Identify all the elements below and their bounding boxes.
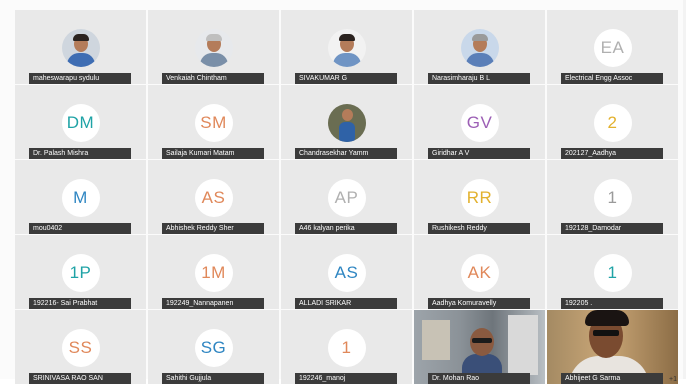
- participant-name-label: Aadhya Komuravelly: [428, 298, 530, 309]
- participant-name-label: Venkaiah Chintham: [162, 73, 264, 84]
- participant-tile[interactable]: 1 192128_Damodar: [547, 160, 678, 234]
- participant-name-label: SIVAKUMAR G: [295, 73, 397, 84]
- participant-name-label: Dr. Palash Mishra: [29, 148, 131, 159]
- participant-avatar: AS: [194, 179, 233, 217]
- participant-name-label: 192205 .: [561, 298, 663, 309]
- participant-avatar: DM: [61, 104, 100, 142]
- participant-name-label: A46 kalyan perika: [295, 223, 397, 234]
- participant-avatar: EA: [593, 29, 632, 67]
- more-participants-count[interactable]: +1: [669, 376, 677, 383]
- participant-avatar: GV: [460, 104, 499, 142]
- participant-tile[interactable]: Mmou0402: [15, 160, 146, 234]
- participant-tile[interactable]: AP A46 kalyan perika: [281, 160, 412, 234]
- participant-avatar: M: [61, 179, 100, 217]
- participant-name-label: Chandrasekhar Yamm: [295, 148, 397, 159]
- participant-avatar: SS: [61, 329, 100, 367]
- participant-tile[interactable]: 1 192205 .: [547, 235, 678, 309]
- participant-name-label: ALLADI SRIKAR: [295, 298, 397, 309]
- participant-photo: [194, 29, 233, 67]
- participant-name-label: 202127_Aadhya: [561, 148, 663, 159]
- participant-avatar: 1: [593, 254, 632, 292]
- participant-tile[interactable]: 1M 192249_Nannapanen: [148, 235, 279, 309]
- participant-avatar: 2: [593, 104, 632, 142]
- participant-tile[interactable]: 2 202127_Aadhya: [547, 85, 678, 159]
- participant-tile[interactable]: AK Aadhya Komuravelly: [414, 235, 545, 309]
- participant-photo: [460, 29, 499, 67]
- participant-tile[interactable]: SG Sahithi Gujjula: [148, 310, 279, 384]
- participant-tile[interactable]: SS SRINIVASA RAO SAN: [15, 310, 146, 384]
- participant-photo: [61, 29, 100, 67]
- participant-tile[interactable]: AS ALLADI SRIKAR: [281, 235, 412, 309]
- participant-avatar: SG: [194, 329, 233, 367]
- participant-tile[interactable]: Narasimharaju B L: [414, 10, 545, 84]
- participant-name-label: Narasimharaju B L: [428, 73, 530, 84]
- meeting-gallery-view: maheswarapu sydulu Venkaiah Chintham SIVAK…: [0, 0, 686, 384]
- participant-tile[interactable]: EA Electrical Engg Assoc: [547, 10, 678, 84]
- participant-tile[interactable]: Venkaiah Chintham: [148, 10, 279, 84]
- participant-avatar: 1P: [61, 254, 100, 292]
- participant-avatar: 1: [327, 329, 366, 367]
- participant-grid: maheswarapu sydulu Venkaiah Chintham SIVAK…: [15, 10, 678, 384]
- participant-name-label: Abhishek Reddy Sher: [162, 223, 264, 234]
- participant-tile[interactable]: Chandrasekhar Yamm: [281, 85, 412, 159]
- participant-name-label: maheswarapu sydulu: [29, 73, 131, 84]
- participant-avatar: AS: [327, 254, 366, 292]
- participant-tile[interactable]: Dr. Mohan Rao: [414, 310, 545, 384]
- participant-tile[interactable]: 1P 192216- Sai Prabhat: [15, 235, 146, 309]
- participant-avatar: 1M: [194, 254, 233, 292]
- participant-name-label: mou0402: [29, 223, 131, 234]
- participant-tile[interactable]: SIVAKUMAR G: [281, 10, 412, 84]
- participant-tile[interactable]: 1 192246_manoj: [281, 310, 412, 384]
- participant-name-label: Giridhar A V: [428, 148, 530, 159]
- participant-avatar: SM: [194, 104, 233, 142]
- participant-tile[interactable]: Abhijeet G Sarma +1: [547, 310, 678, 384]
- participant-photo: [327, 104, 366, 142]
- participant-avatar: AP: [327, 179, 366, 217]
- participant-name-label: Rushikesh Reddy: [428, 223, 530, 234]
- participant-name-label: Sailaja Kumari Matam: [162, 148, 264, 159]
- participant-name-label: 192128_Damodar: [561, 223, 663, 234]
- participant-avatar: AK: [460, 254, 499, 292]
- participant-tile[interactable]: GV Giridhar A V: [414, 85, 545, 159]
- participant-photo: [327, 29, 366, 67]
- participant-avatar: RR: [460, 179, 499, 217]
- participant-tile[interactable]: SM Sailaja Kumari Matam: [148, 85, 279, 159]
- participant-tile[interactable]: RR Rushikesh Reddy: [414, 160, 545, 234]
- participant-name-label: 192249_Nannapanen: [162, 298, 264, 309]
- participant-tile[interactable]: maheswarapu sydulu: [15, 10, 146, 84]
- participant-avatar: 1: [593, 179, 632, 217]
- participant-name-label: Electrical Engg Assoc: [561, 73, 663, 84]
- participant-tile[interactable]: AS Abhishek Reddy Sher: [148, 160, 279, 234]
- participant-name-label: 192216- Sai Prabhat: [29, 298, 131, 309]
- participant-tile[interactable]: DM Dr. Palash Mishra: [15, 85, 146, 159]
